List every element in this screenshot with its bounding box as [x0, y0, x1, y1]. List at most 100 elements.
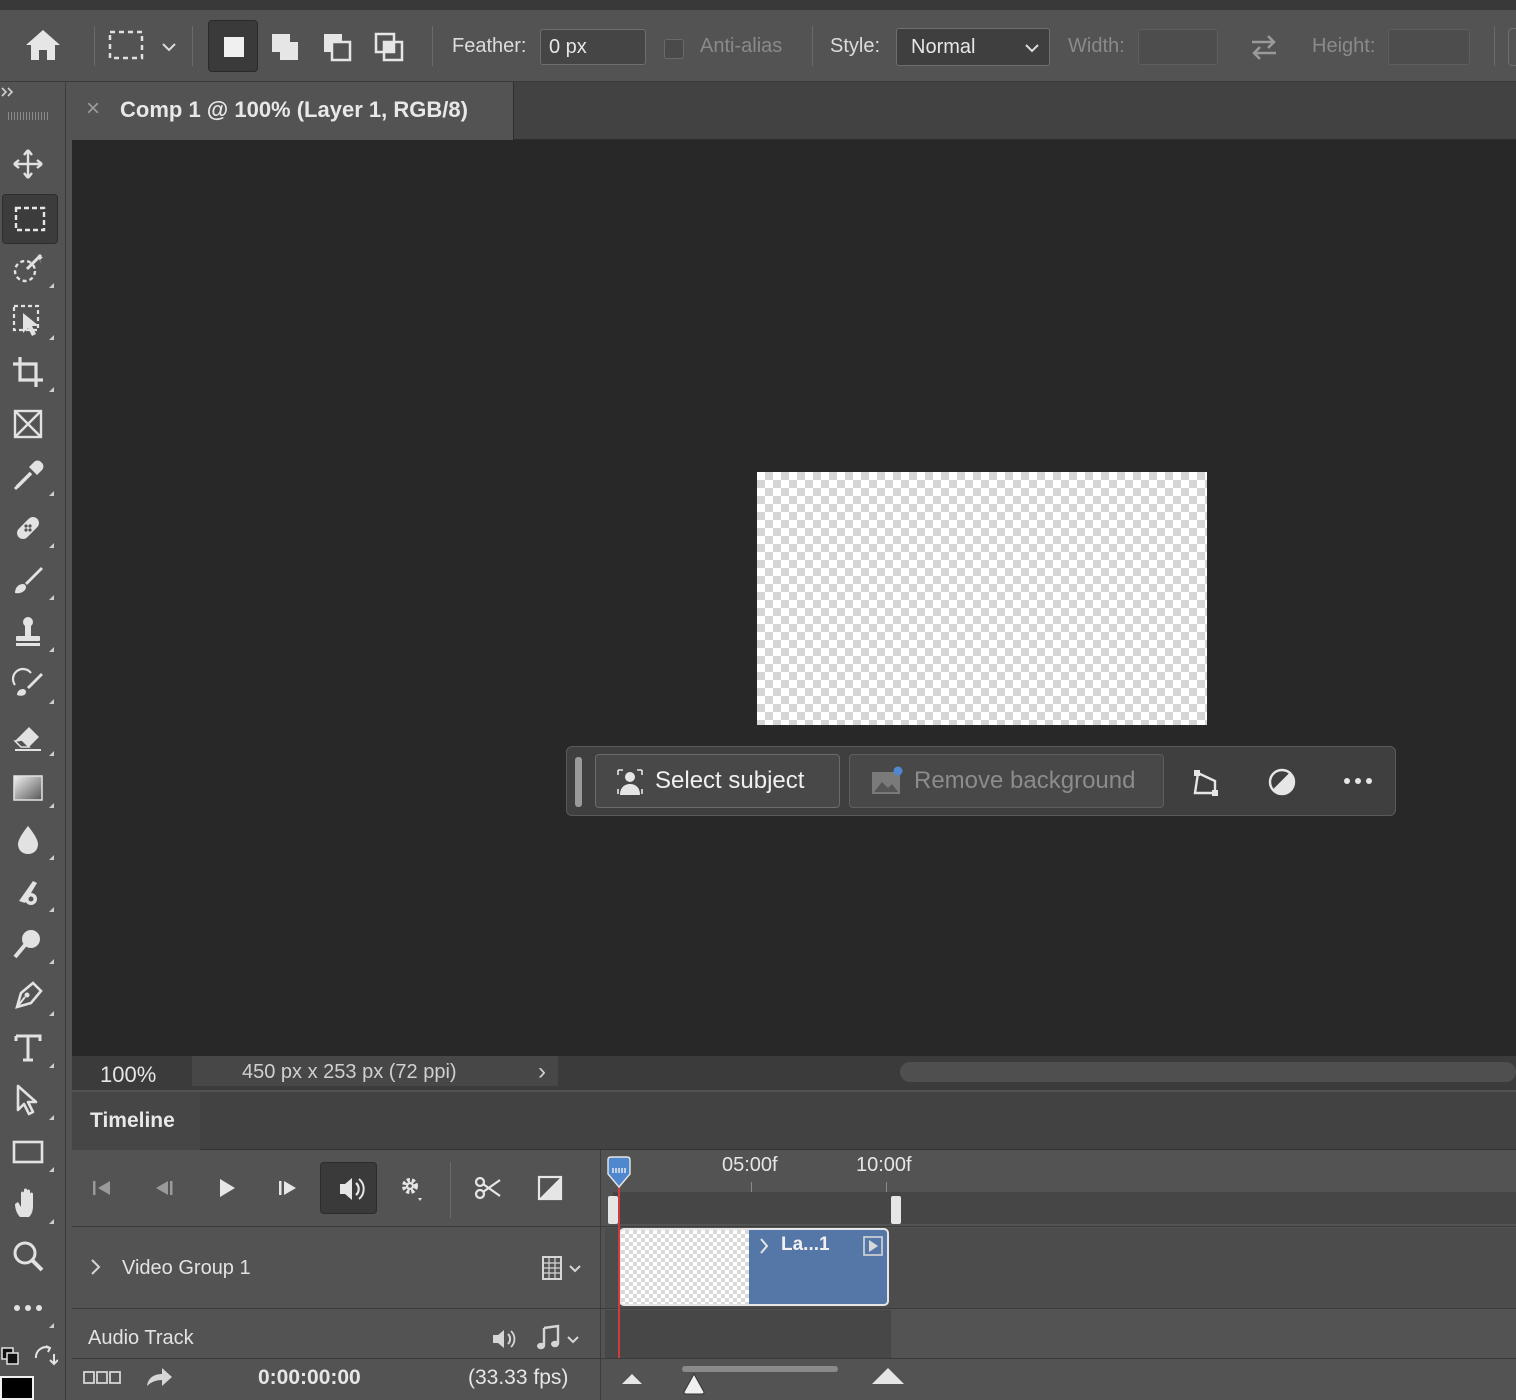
work-area-start-handle[interactable] — [608, 1196, 618, 1224]
subtract-from-selection-icon[interactable] — [320, 30, 356, 64]
next-frame-icon[interactable] — [268, 1168, 308, 1208]
ruler-label-10s: 10:00f — [856, 1154, 912, 1176]
blur-tool[interactable] — [6, 818, 54, 862]
ruler-label-5s: 05:00f — [722, 1154, 778, 1176]
eyedropper-tool[interactable] — [6, 454, 54, 498]
toolbar-grip[interactable] — [8, 112, 48, 120]
feather-input[interactable]: 0 px — [540, 29, 646, 65]
path-selection-tool[interactable] — [6, 1078, 54, 1122]
clip-label: La...1 — [781, 1234, 830, 1255]
expand-chevron-icon[interactable] — [86, 1256, 104, 1278]
work-area-end-handle[interactable] — [891, 1196, 901, 1224]
playhead-marker-icon[interactable] — [605, 1156, 633, 1190]
play-button[interactable] — [206, 1168, 246, 1208]
swap-width-height-icon[interactable] — [1248, 32, 1280, 62]
convert-to-frame-animation-icon[interactable] — [82, 1368, 122, 1388]
tab-close-icon[interactable]: × — [86, 95, 100, 123]
pen-tool[interactable] — [6, 974, 54, 1018]
rectangular-marquee-tool[interactable] — [2, 194, 58, 244]
shape-transform-icon[interactable] — [1189, 767, 1221, 797]
document-tab-bar: × Comp 1 @ 100% (Layer 1, RGB/8) — [72, 82, 1516, 140]
more-tools-icon[interactable] — [6, 1286, 54, 1330]
eraser-tool[interactable] — [6, 714, 54, 758]
frame-rate: (33.33 fps) — [468, 1366, 569, 1389]
doc-info: 450 px x 253 px (72 ppi) — [242, 1061, 457, 1083]
status-menu-arrow[interactable]: › — [538, 1058, 546, 1086]
dodge-tool[interactable] — [6, 870, 54, 914]
gradient-tool[interactable] — [6, 766, 54, 810]
clip-expand-chevron-icon[interactable] — [757, 1236, 771, 1256]
filmstrip-menu-icon[interactable] — [540, 1255, 586, 1281]
timeline-panel: Timeline 05:00f 10:00f Video Group 1 Aud — [72, 1092, 1516, 1400]
work-area-bar[interactable] — [613, 1192, 1516, 1224]
object-finder-tool[interactable] — [6, 298, 54, 342]
tools-panel — [0, 82, 66, 1400]
document-canvas-transparent[interactable] — [757, 472, 1207, 725]
clip-options-icon[interactable] — [863, 1236, 883, 1256]
type-tool[interactable] — [6, 1026, 54, 1070]
zoom-tool[interactable] — [6, 1234, 50, 1278]
layer-clip[interactable]: La...1 — [619, 1228, 889, 1306]
music-note-menu-icon[interactable] — [536, 1324, 584, 1352]
timeline-tab[interactable]: Timeline — [72, 1092, 200, 1150]
default-colors-icon[interactable] — [0, 1346, 20, 1366]
transition-icon[interactable] — [530, 1168, 570, 1208]
select-subject-label: Select subject — [655, 767, 805, 794]
width-input[interactable] — [1138, 29, 1218, 65]
history-brush-tool[interactable] — [6, 662, 54, 706]
panel-collapse-arrows[interactable] — [0, 82, 20, 102]
crop-tool[interactable] — [6, 350, 54, 394]
home-icon[interactable] — [24, 28, 62, 62]
render-video-icon[interactable] — [144, 1364, 174, 1390]
hand-tool[interactable] — [6, 1182, 54, 1226]
chevron-down-icon[interactable] — [160, 40, 178, 54]
move-tool[interactable] — [6, 142, 50, 186]
intersect-selection-icon[interactable] — [372, 30, 408, 64]
playhead-line — [618, 1184, 620, 1358]
add-to-selection-icon[interactable] — [268, 30, 304, 64]
remove-background-button[interactable]: Remove background — [849, 754, 1164, 808]
zoom-level[interactable]: 100% — [100, 1062, 156, 1088]
select-and-mask-button-edge[interactable] — [1508, 28, 1516, 66]
previous-frame-icon[interactable] — [144, 1168, 184, 1208]
horizontal-scrollbar[interactable] — [900, 1062, 1516, 1082]
style-select[interactable]: Normal — [896, 28, 1050, 66]
anti-alias-label: Anti-alias — [700, 35, 783, 57]
adjustment-icon[interactable] — [1267, 767, 1297, 797]
clip-thumbnail — [621, 1230, 749, 1304]
document-tab[interactable]: × Comp 1 @ 100% (Layer 1, RGB/8) — [72, 82, 514, 140]
zoom-in-mountain-icon[interactable] — [870, 1364, 906, 1386]
current-time[interactable]: 0:00:00:00 — [258, 1366, 361, 1390]
video-group-label[interactable]: Video Group 1 — [122, 1257, 251, 1280]
split-at-playhead-scissors-icon[interactable] — [468, 1168, 508, 1208]
clone-stamp-tool[interactable] — [6, 610, 54, 654]
remove-background-icon — [870, 766, 904, 796]
playback-settings-gear-icon[interactable] — [392, 1168, 432, 1208]
more-options-icon[interactable] — [1343, 771, 1373, 791]
doc-info-field[interactable]: 450 px x 253 px (72 ppi) › — [192, 1056, 558, 1086]
frame-tool[interactable] — [6, 402, 50, 446]
foreground-color-swatch[interactable] — [0, 1376, 34, 1400]
audio-speaker-icon[interactable] — [490, 1326, 520, 1352]
anti-alias-checkbox[interactable] — [664, 39, 684, 59]
mute-audio-button[interactable] — [320, 1162, 377, 1214]
new-selection-button[interactable] — [208, 20, 258, 72]
audio-track-lane[interactable] — [605, 1310, 891, 1358]
go-to-first-frame-icon[interactable] — [82, 1168, 122, 1208]
audio-track-label[interactable]: Audio Track — [88, 1327, 194, 1350]
zoom-out-mountain-icon[interactable] — [620, 1370, 644, 1386]
swap-colors-icon[interactable] — [32, 1344, 58, 1368]
height-input[interactable] — [1388, 29, 1470, 65]
rectangle-tool[interactable] — [6, 1130, 54, 1174]
select-subject-button[interactable]: Select subject — [595, 754, 840, 808]
marquee-preset-icon[interactable] — [108, 30, 144, 60]
width-label: Width: — [1068, 35, 1125, 57]
contextual-bar-grip[interactable] — [575, 757, 582, 807]
object-selection-tool[interactable] — [6, 246, 54, 290]
brush-tool[interactable] — [6, 558, 54, 602]
feather-value: 0 px — [549, 36, 587, 58]
spot-healing-brush-tool[interactable] — [6, 506, 54, 550]
timeline-zoom-slider-thumb[interactable] — [682, 1372, 706, 1396]
sponge-tool[interactable] — [6, 922, 54, 966]
chevron-down-icon — [1023, 41, 1041, 55]
